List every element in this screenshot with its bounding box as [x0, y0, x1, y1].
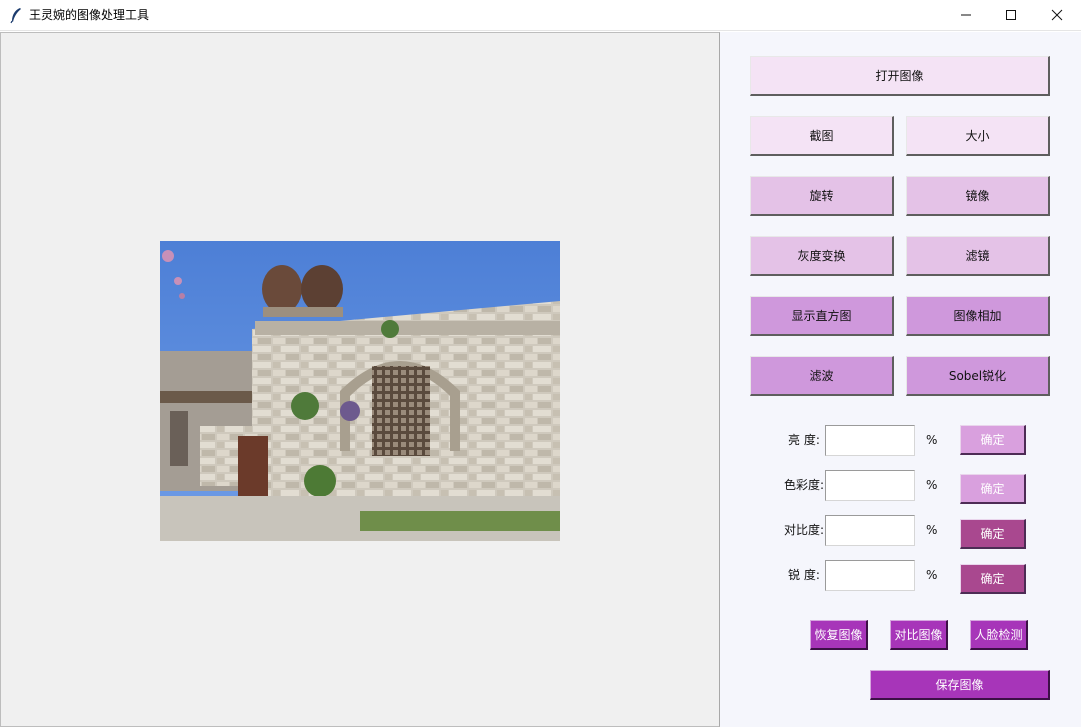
sharpness-confirm-button[interactable]: 确定 — [960, 564, 1026, 594]
mirror-button[interactable]: 镜像 — [906, 176, 1050, 216]
restore-image-button[interactable]: 恢复图像 — [810, 620, 868, 650]
gray-transform-button[interactable]: 灰度变换 — [750, 236, 894, 276]
contrast-label: 对比度: — [784, 523, 825, 537]
sobel-button[interactable]: Sobel锐化 — [906, 356, 1050, 396]
contrast-confirm-button[interactable]: 确定 — [960, 519, 1026, 549]
compare-image-button[interactable]: 对比图像 — [890, 620, 948, 650]
brightness-confirm-button[interactable]: 确定 — [960, 425, 1026, 455]
rotate-button[interactable]: 旋转 — [750, 176, 894, 216]
saturation-input[interactable] — [825, 470, 915, 501]
image-canvas — [0, 32, 720, 727]
brightness-unit: % — [926, 433, 938, 447]
smoothing-button[interactable]: 滤波 — [750, 356, 894, 396]
window-title: 王灵婉的图像处理工具 — [29, 8, 150, 22]
resize-button[interactable]: 大小 — [906, 116, 1050, 156]
contrast-unit: % — [926, 523, 938, 537]
saturation-unit: % — [926, 478, 938, 492]
image-add-button[interactable]: 图像相加 — [906, 296, 1050, 336]
brightness-input[interactable] — [825, 425, 915, 456]
saturation-label: 色彩度: — [784, 478, 825, 492]
crop-button[interactable]: 截图 — [750, 116, 894, 156]
contrast-input[interactable] — [825, 515, 915, 546]
close-icon — [1051, 9, 1063, 21]
maximize-icon — [1005, 9, 1017, 21]
maximize-button[interactable] — [988, 0, 1034, 30]
feather-icon — [9, 7, 23, 24]
save-image-button[interactable]: 保存图像 — [870, 670, 1050, 700]
title-bar: 王灵婉的图像处理工具 — [0, 0, 1081, 31]
show-histogram-button[interactable]: 显示直方图 — [750, 296, 894, 336]
open-image-button[interactable]: 打开图像 — [750, 56, 1050, 96]
sharpness-unit: % — [926, 568, 938, 582]
saturation-confirm-button[interactable]: 确定 — [960, 474, 1026, 504]
brightness-label: 亮 度: — [788, 433, 820, 447]
sharpness-input[interactable] — [825, 560, 915, 591]
minimize-button[interactable] — [943, 0, 989, 30]
minimize-icon — [960, 9, 972, 21]
loaded-image — [160, 241, 560, 541]
close-button[interactable] — [1034, 0, 1080, 30]
face-detect-button[interactable]: 人脸检测 — [970, 620, 1028, 650]
filter-effect-button[interactable]: 滤镜 — [906, 236, 1050, 276]
sharpness-label: 锐 度: — [788, 568, 820, 582]
